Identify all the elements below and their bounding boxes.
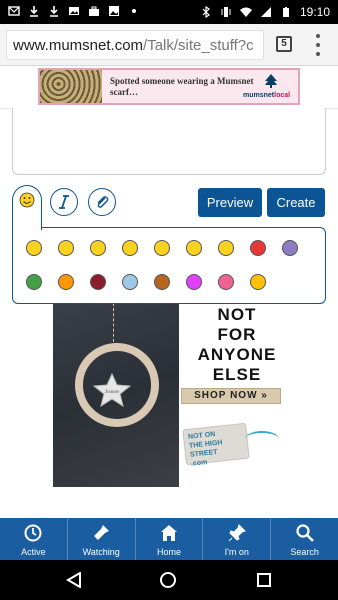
home-icon bbox=[160, 525, 177, 541]
ad-headline-1: NOT bbox=[217, 305, 257, 324]
nav-search[interactable]: Search bbox=[271, 518, 338, 560]
vibrate-icon bbox=[221, 7, 231, 17]
clock-icon bbox=[24, 524, 42, 542]
cake-emoji[interactable] bbox=[154, 274, 170, 290]
grin-emoji[interactable] bbox=[58, 240, 74, 256]
shocked-emoji[interactable] bbox=[122, 240, 138, 256]
nav-im-on[interactable]: I'm on bbox=[203, 518, 272, 560]
url-domain: www.mumsnet.com bbox=[13, 37, 144, 54]
photo-icon bbox=[109, 6, 119, 16]
banner-line1: Spotted someone wearing a Mumsnet bbox=[110, 76, 254, 86]
nav-active-label: Active bbox=[21, 547, 46, 557]
message-textarea[interactable] bbox=[12, 108, 326, 175]
nav-home-label: Home bbox=[156, 547, 181, 557]
star-pendant-icon: Joanne bbox=[93, 373, 131, 407]
tea-emoji[interactable] bbox=[122, 274, 138, 290]
mumsnet-local-logo: mumsnetlocal bbox=[243, 92, 290, 99]
download-icon bbox=[30, 6, 38, 17]
wine-emoji[interactable] bbox=[90, 274, 106, 290]
banner-line2: scarf… bbox=[110, 87, 138, 97]
advertisement[interactable]: Joanne NOT FOR ANYONE ELSE SHOP NOW » NO… bbox=[53, 303, 294, 487]
attach-button[interactable] bbox=[88, 188, 116, 216]
italic-icon bbox=[59, 195, 69, 209]
browser-toolbar: www.mumsnet.com/Talk/site_stuff?c 5 bbox=[0, 24, 338, 66]
recents-icon[interactable] bbox=[257, 573, 271, 587]
back-icon[interactable] bbox=[66, 572, 82, 588]
status-time: 19:10 bbox=[299, 5, 330, 19]
happy-emoji[interactable] bbox=[90, 240, 106, 256]
mumsnet-local-banner[interactable]: Spotted someone wearing a Mumsnet scarf…… bbox=[38, 68, 300, 105]
overflow-menu-icon[interactable] bbox=[312, 34, 324, 56]
flashlight-icon bbox=[94, 525, 110, 540]
smiley-icon bbox=[19, 192, 35, 208]
ad-headline-3: ANYONE bbox=[197, 345, 277, 364]
flower-emoji[interactable] bbox=[58, 274, 74, 290]
nav-home[interactable]: Home bbox=[136, 518, 204, 560]
ad-headline-4: ELSE bbox=[212, 365, 262, 384]
wifi-icon bbox=[239, 7, 252, 17]
pin-icon bbox=[228, 524, 246, 542]
download-icon bbox=[50, 6, 58, 17]
image-icon bbox=[69, 7, 79, 15]
bottom-nav: Active Watching Home I'm on Search bbox=[0, 518, 338, 560]
nav-search-label: Search bbox=[290, 547, 319, 557]
star-emoji[interactable] bbox=[250, 274, 266, 290]
nav-im-on-label: I'm on bbox=[224, 547, 249, 557]
emoji-row-1 bbox=[13, 234, 327, 264]
shop-now-button[interactable]: SHOP NOW » bbox=[181, 388, 281, 404]
nav-active[interactable]: Active bbox=[0, 518, 68, 560]
bluetooth-icon bbox=[202, 6, 210, 18]
paperclip-icon bbox=[97, 196, 109, 208]
glasses-emoji[interactable] bbox=[186, 240, 202, 256]
smiley-picker-button[interactable] bbox=[12, 185, 42, 230]
create-button[interactable]: Create bbox=[267, 188, 325, 217]
nav-watching[interactable]: Watching bbox=[68, 518, 136, 560]
worried-emoji[interactable] bbox=[218, 240, 234, 256]
emoji-row-2 bbox=[13, 268, 327, 298]
page-content: Spotted someone wearing a Mumsnet scarf…… bbox=[0, 66, 338, 518]
logo-main: mumsnet bbox=[243, 92, 275, 99]
url-input[interactable]: www.mumsnet.com/Talk/site_stuff?c bbox=[6, 30, 264, 60]
notonthehighstreet-tag: NOT ON THE HIGH STREET .com bbox=[182, 422, 250, 468]
ad-headline-2: FOR bbox=[217, 325, 257, 344]
battery-icon bbox=[282, 7, 289, 17]
ribbon bbox=[245, 431, 279, 447]
sad-purple-emoji[interactable] bbox=[282, 240, 298, 256]
smile-emoji[interactable] bbox=[26, 240, 42, 256]
mumsnet-tree-icon bbox=[265, 74, 277, 88]
engraving-text: Joanne bbox=[105, 390, 120, 395]
necklace-photo: Joanne bbox=[53, 303, 179, 487]
more-dot-icon bbox=[132, 9, 136, 13]
nav-watching-label: Watching bbox=[82, 547, 120, 557]
mail-icon bbox=[8, 6, 20, 16]
scarf-image bbox=[40, 70, 102, 103]
bouquet-emoji[interactable] bbox=[186, 274, 202, 290]
preview-button[interactable]: Preview bbox=[198, 188, 262, 217]
chain bbox=[113, 303, 121, 347]
logo-sub: local bbox=[274, 92, 291, 99]
search-icon bbox=[295, 524, 314, 542]
tab-switcher-button[interactable]: 5 bbox=[276, 36, 292, 52]
signal-icon bbox=[260, 7, 271, 17]
confused-emoji[interactable] bbox=[154, 240, 170, 256]
status-bar: 19:10 bbox=[0, 0, 338, 24]
ad-headline: NOT FOR ANYONE ELSE bbox=[187, 305, 287, 385]
banner-text: Spotted someone wearing a Mumsnet scarf… bbox=[110, 76, 254, 98]
briefcase-icon bbox=[89, 6, 99, 16]
home-circle-icon[interactable] bbox=[160, 572, 176, 588]
url-path: /Talk/site_stuff?c bbox=[143, 37, 254, 54]
italic-button[interactable] bbox=[50, 188, 78, 216]
cupcake-emoji[interactable] bbox=[218, 274, 234, 290]
android-navigation-bar bbox=[0, 560, 338, 600]
emoji-panel bbox=[12, 227, 326, 304]
sick-emoji[interactable] bbox=[26, 274, 42, 290]
angry-emoji[interactable] bbox=[250, 240, 266, 256]
